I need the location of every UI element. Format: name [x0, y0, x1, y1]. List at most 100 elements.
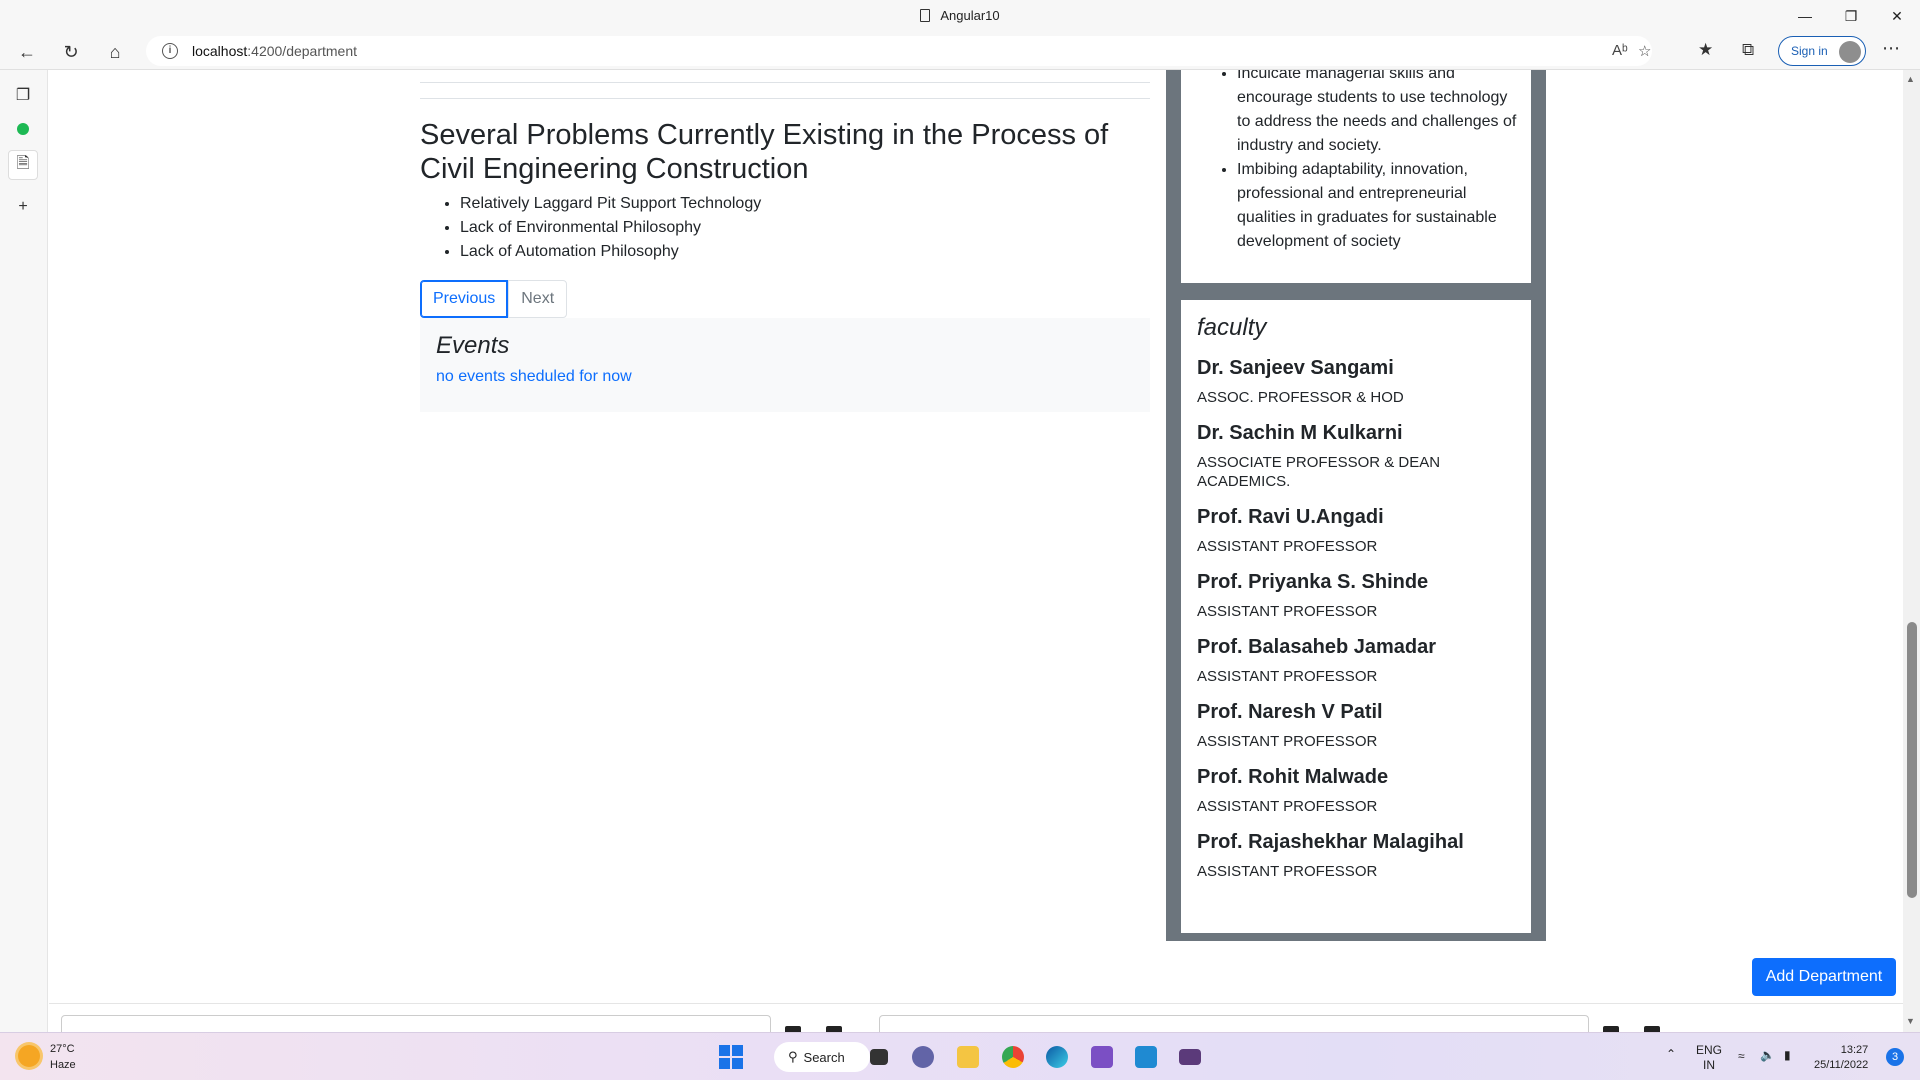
faculty-member: Dr. Sachin M Kulkarni ASSOCIATE PROFESSOR…	[1197, 421, 1515, 491]
edge-icon[interactable]	[1042, 1042, 1072, 1072]
sign-in-button[interactable]: Sign in	[1778, 36, 1866, 66]
faculty-heading: faculty	[1197, 314, 1267, 341]
article-list: Relatively Laggard Pit Support Technolog…	[460, 192, 761, 264]
time: 13:27	[1840, 1044, 1869, 1056]
faculty-name: Dr. Sanjeev Sangami	[1197, 357, 1394, 379]
browser-sidebar: ❐ 🗎 +	[0, 70, 48, 1032]
vscode-icon[interactable]	[1131, 1042, 1161, 1072]
file-explorer-icon[interactable]	[953, 1042, 983, 1072]
pagination: Previous Next	[420, 280, 568, 318]
faculty-role: ASSISTANT PROFESSOR	[1197, 733, 1378, 750]
chat-icon[interactable]	[908, 1042, 938, 1072]
next-button[interactable]: Next	[508, 280, 568, 318]
sun-icon	[18, 1045, 40, 1067]
search-icon: ⚲	[788, 1049, 798, 1064]
list-item: Lack of Automation Philosophy	[460, 240, 761, 264]
footer-input[interactable]	[879, 1015, 1589, 1032]
read-aloud-icon[interactable]: Aᵇ	[1612, 42, 1628, 59]
url-host: localhost	[192, 43, 248, 59]
restore-button[interactable]: ❐	[1828, 0, 1874, 32]
collections-icon[interactable]: ⧉	[1742, 40, 1754, 60]
scroll-thumb[interactable]	[1907, 622, 1917, 898]
start-button[interactable]	[716, 1042, 746, 1072]
avatar-icon	[1839, 41, 1861, 63]
clock[interactable]: 13:27 25/11/2022	[1814, 1043, 1868, 1073]
more-options-icon[interactable]: ⋯	[1882, 38, 1900, 59]
events-heading: Events	[436, 332, 510, 359]
site-info-icon[interactable]: i	[162, 43, 178, 59]
faculty-name: Prof. Priyanka S. Shinde	[1197, 571, 1429, 593]
terminal-icon[interactable]	[1175, 1042, 1205, 1072]
language-indicator[interactable]: ENG IN	[1696, 1043, 1722, 1073]
address-bar[interactable]: i localhost:4200/department Aᵇ ☆	[146, 36, 1652, 66]
add-department-button[interactable]: Add Department	[1752, 958, 1896, 996]
page-tab-icon[interactable]: 🗎	[8, 150, 38, 180]
url-path: :4200/department	[247, 43, 358, 59]
green-dot-icon	[17, 123, 29, 135]
tab-actions-icon[interactable]: ❐	[8, 80, 38, 110]
language-code: ENG	[1696, 1043, 1723, 1057]
faculty-role: ASSISTANT PROFESSOR	[1197, 603, 1378, 620]
notification-badge[interactable]: 3	[1886, 1048, 1904, 1066]
department-aside: Inculcate managerial skills and encourag…	[1166, 70, 1546, 941]
extension-icon[interactable]	[8, 114, 38, 144]
taskbar-search[interactable]: ⚲ Search	[774, 1042, 870, 1072]
date: 25/11/2022	[1814, 1059, 1869, 1071]
region-code: IN	[1703, 1058, 1715, 1072]
add-favorite-icon[interactable]: ☆	[1638, 42, 1651, 60]
minimize-button[interactable]: —	[1782, 0, 1828, 32]
visual-studio-icon[interactable]	[1087, 1042, 1117, 1072]
faculty-role: ASSISTANT PROFESSOR	[1197, 863, 1378, 880]
events-message: no events sheduled for now	[436, 368, 632, 385]
home-button[interactable]: ⌂	[100, 37, 130, 67]
faculty-role: ASSISTANT PROFESSOR	[1197, 668, 1378, 685]
windows-icon	[719, 1045, 743, 1069]
faculty-name: Prof. Balasaheb Jamadar	[1197, 636, 1436, 658]
close-button[interactable]: ✕	[1874, 0, 1920, 32]
back-button[interactable]: ←	[12, 37, 42, 67]
chevron-up-icon[interactable]: ⌃	[1666, 1047, 1676, 1061]
faculty-member: Prof. Balasaheb Jamadar ASSISTANT PROFESS…	[1197, 635, 1515, 686]
refresh-button[interactable]: ↻	[56, 37, 86, 67]
faculty-role: ASSISTANT PROFESSOR	[1197, 538, 1378, 555]
page-scrollbar[interactable]: ▲ ▼	[1903, 70, 1920, 1032]
faculty-card: faculty Dr. Sanjeev Sangami ASSOC. PROFES…	[1181, 300, 1531, 933]
favorites-icon[interactable]: ★	[1698, 40, 1713, 60]
list-item: Relatively Laggard Pit Support Technolog…	[460, 192, 761, 216]
window-title: Angular10	[0, 8, 1920, 23]
list-item: Lack of Environmental Philosophy	[460, 216, 761, 240]
volume-icon[interactable]: 🔈	[1760, 1048, 1775, 1062]
task-view-icon[interactable]	[864, 1042, 894, 1072]
faculty-role: ASSOCIATE PROFESSOR & DEAN ACADEMICS.	[1197, 454, 1441, 490]
faculty-member: Prof. Rohit Malwade ASSISTANT PROFESSOR	[1197, 765, 1515, 816]
document-icon	[920, 9, 931, 22]
vision-card: Inculcate managerial skills and encourag…	[1181, 70, 1531, 283]
divider	[49, 1003, 1903, 1004]
faculty-name: Prof. Ravi U.Angadi	[1197, 506, 1384, 528]
weather-condition: Haze	[50, 1059, 76, 1071]
article-title: Several Problems Currently Existing in t…	[420, 119, 1109, 185]
page-content: Several Problems Currently Existing in t…	[49, 70, 1903, 1032]
search-label: Search	[803, 1049, 845, 1065]
taskbar: 27°C Haze ⚲ Search ⌃ ENG IN ≈ 🔈 ▮ 13:27 2…	[0, 1032, 1920, 1080]
footer-input[interactable]	[61, 1015, 771, 1032]
temperature: 27°C	[50, 1043, 75, 1055]
sign-in-label: Sign in	[1791, 44, 1828, 58]
faculty-member: Prof. Ravi U.Angadi ASSISTANT PROFESSOR	[1197, 505, 1515, 556]
add-icon[interactable]: +	[8, 192, 38, 222]
scroll-up-icon[interactable]: ▲	[1906, 74, 1915, 84]
list-item: Inculcate managerial skills and encourag…	[1237, 70, 1519, 158]
url-text[interactable]: localhost:4200/department	[192, 43, 357, 59]
previous-button[interactable]: Previous	[420, 280, 509, 318]
faculty-member: Prof. Rajashekhar Malagihal ASSISTANT PRO…	[1197, 830, 1515, 881]
weather-widget[interactable]: 27°C Haze	[18, 1041, 76, 1073]
faculty-name: Prof. Rohit Malwade	[1197, 766, 1389, 788]
battery-icon[interactable]: ▮	[1784, 1048, 1791, 1062]
chrome-icon[interactable]	[998, 1042, 1028, 1072]
scroll-down-icon[interactable]: ▼	[1906, 1016, 1915, 1026]
faculty-name: Dr. Sachin M Kulkarni	[1197, 422, 1403, 444]
faculty-name: Prof. Rajashekhar Malagihal	[1197, 831, 1464, 853]
faculty-role: ASSOC. PROFESSOR & HOD	[1197, 389, 1404, 406]
vision-list: Inculcate managerial skills and encourag…	[1237, 70, 1519, 254]
wifi-icon[interactable]: ≈	[1738, 1049, 1745, 1063]
